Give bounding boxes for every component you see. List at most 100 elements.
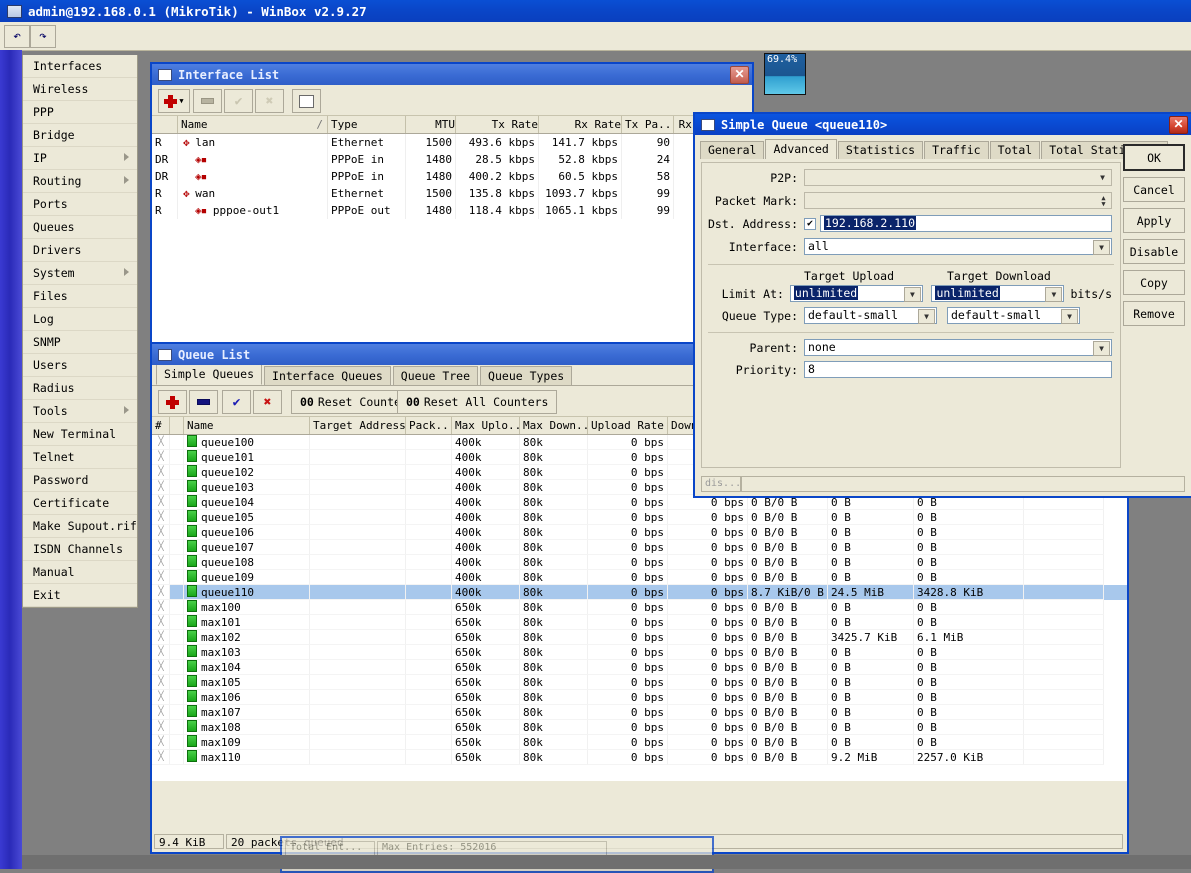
table-row[interactable]: DR◈▪ PPPoE in1480400.2 kbps60.5 kbps5881 <box>152 168 752 185</box>
column-header[interactable]: Tx Pa... <box>622 116 674 133</box>
sidebar-item-new-terminal[interactable]: New Terminal <box>23 423 137 446</box>
column-header[interactable]: Type <box>328 116 406 133</box>
redo-button[interactable]: ↷ <box>30 25 56 48</box>
p2p-select[interactable]: ▼ <box>804 169 1112 186</box>
sidebar-item-queues[interactable]: Queues <box>23 216 137 239</box>
spinner-icon[interactable]: ▲ ▼ <box>1097 193 1110 208</box>
column-header[interactable] <box>170 417 184 434</box>
disable-button[interactable]: Disable <box>1123 239 1185 264</box>
tab-statistics[interactable]: Statistics <box>837 141 924 159</box>
sidebar-item-drivers[interactable]: Drivers <box>23 239 137 262</box>
table-row[interactable]: ╳ queue107 400k 80k 0 bps 0 bps 0 B/0 B0 B0 B <box>152 540 1127 555</box>
chevron-down-icon[interactable]: ▼ <box>1093 341 1110 356</box>
close-icon[interactable]: ✕ <box>730 66 749 84</box>
dst-address-checkbox[interactable]: ✔ <box>804 217 816 230</box>
simple-queue-titlebar[interactable]: Simple Queue <queue110> ✕ <box>695 114 1191 135</box>
column-header[interactable]: Name <box>184 417 310 434</box>
sidebar-item-files[interactable]: Files <box>23 285 137 308</box>
enable-queue-button[interactable]: ✔ <box>222 390 251 414</box>
column-header[interactable]: Target Address <box>310 417 406 434</box>
sidebar-item-radius[interactable]: Radius <box>23 377 137 400</box>
remove-button[interactable]: Remove <box>1123 301 1185 326</box>
table-row[interactable]: DR◈▪ PPPoE in148028.5 kbps52.8 kbps2435 <box>152 151 752 168</box>
table-row[interactable]: ╳ max103 650k 80k 0 bps 0 bps 0 B/0 B0 B0 B <box>152 645 1127 660</box>
interface-table[interactable]: Name/TypeMTUTx RateRx RateTx Pa...Rx P..… <box>152 116 752 356</box>
column-header[interactable]: MTU <box>406 116 456 133</box>
table-row[interactable]: ╳ max105 650k 80k 0 bps 0 bps 0 B/0 B0 B0 B <box>152 675 1127 690</box>
sidebar-item-ppp[interactable]: PPP <box>23 101 137 124</box>
remove-queue-button[interactable] <box>189 390 218 414</box>
column-header[interactable]: Pack... <box>406 417 452 434</box>
tab-advanced[interactable]: Advanced <box>765 139 837 159</box>
disable-interface-button[interactable]: ✖ <box>255 89 284 113</box>
ok-button[interactable]: OK <box>1123 144 1185 171</box>
chevron-down-icon[interactable]: ▼ <box>903 287 921 302</box>
sidebar-item-password[interactable]: Password <box>23 469 137 492</box>
tab-queue-tree[interactable]: Queue Tree <box>392 366 479 385</box>
column-header[interactable]: Max Down... <box>520 417 588 434</box>
cancel-button[interactable]: Cancel <box>1123 177 1185 202</box>
priority-input[interactable]: 8 <box>804 361 1112 378</box>
interface-select[interactable]: all ▼ <box>804 238 1112 255</box>
sidebar-item-isdn-channels[interactable]: ISDN Channels <box>23 538 137 561</box>
table-row[interactable]: ╳ max100 650k 80k 0 bps 0 bps 0 B/0 B0 B0 B <box>152 600 1127 615</box>
tab-interface-queues[interactable]: Interface Queues <box>264 366 391 385</box>
sidebar-item-manual[interactable]: Manual <box>23 561 137 584</box>
queue-type-upload-select[interactable]: default-small ▼ <box>804 307 937 324</box>
tab-general[interactable]: General <box>700 141 765 159</box>
table-row[interactable]: ╳ max106 650k 80k 0 bps 0 bps 0 B/0 B0 B0 B <box>152 690 1127 705</box>
column-header[interactable]: Rx Rate <box>539 116 622 133</box>
table-row[interactable]: R ◈▪ pppoe-out1 PPPoE out 1480 118.4 kbps 106… <box>152 202 752 219</box>
column-header[interactable]: # <box>152 417 170 434</box>
packet-mark-input[interactable]: ▲ ▼ <box>804 192 1112 209</box>
sidebar-item-wireless[interactable]: Wireless <box>23 78 137 101</box>
table-row[interactable]: ╳ queue109 400k 80k 0 bps 0 bps 0 B/0 B0 B0 B <box>152 570 1127 585</box>
interface-list-titlebar[interactable]: Interface List ✕ <box>152 64 752 85</box>
table-row[interactable]: ╳ queue110 400k 80k 0 bps 0 bps 8.7 KiB/0 B 24.… <box>152 585 1127 600</box>
column-header[interactable]: Tx Rate <box>456 116 539 133</box>
enable-interface-button[interactable]: ✔ <box>224 89 253 113</box>
tab-total[interactable]: Total <box>989 141 1041 159</box>
parent-select[interactable]: none ▼ <box>804 339 1112 356</box>
chevron-down-icon[interactable]: ▼ <box>1045 287 1063 302</box>
sidebar-item-snmp[interactable]: SNMP <box>23 331 137 354</box>
comment-button[interactable] <box>292 89 321 113</box>
table-row[interactable]: ╳ max107 650k 80k 0 bps 0 bps 0 B/0 B0 B0 B <box>152 705 1127 720</box>
sidebar-item-users[interactable]: Users <box>23 354 137 377</box>
dst-address-input[interactable]: 192.168.2.110 <box>820 215 1112 232</box>
remove-interface-button[interactable] <box>193 89 222 113</box>
sidebar-item-system[interactable]: System <box>23 262 137 285</box>
table-row[interactable]: ╳ max104 650k 80k 0 bps 0 bps 0 B/0 B0 B0 B <box>152 660 1127 675</box>
disable-queue-button[interactable]: ✖ <box>253 390 282 414</box>
chevron-down-icon[interactable]: ▼ <box>1093 240 1110 255</box>
sidebar-item-ports[interactable]: Ports <box>23 193 137 216</box>
copy-button[interactable]: Copy <box>1123 270 1185 295</box>
undo-button[interactable]: ↶ <box>4 25 30 48</box>
tab-traffic[interactable]: Traffic <box>924 141 989 159</box>
sidebar-item-telnet[interactable]: Telnet <box>23 446 137 469</box>
table-row[interactable]: ╳ max102 650k 80k 0 bps 0 bps 0 B/0 B 3425.7 Ki… <box>152 630 1127 645</box>
column-header[interactable]: Name / <box>178 116 328 133</box>
sidebar-item-ip[interactable]: IP <box>23 147 137 170</box>
sidebar-item-log[interactable]: Log <box>23 308 137 331</box>
tab-simple-queues[interactable]: Simple Queues <box>156 364 263 385</box>
limit-at-upload-select[interactable]: unlimited ▼ <box>789 285 923 302</box>
table-row[interactable]: ╳ max109 650k 80k 0 bps 0 bps 0 B/0 B0 B0 B <box>152 735 1127 750</box>
close-icon[interactable]: ✕ <box>1169 116 1188 134</box>
chevron-down-icon[interactable]: ▼ <box>918 309 935 324</box>
sidebar-item-bridge[interactable]: Bridge <box>23 124 137 147</box>
add-interface-button[interactable]: ▼ <box>158 89 190 113</box>
sidebar-item-tools[interactable]: Tools <box>23 400 137 423</box>
cpu-usage-gauge[interactable]: 69.4% <box>764 53 806 95</box>
tab-queue-types[interactable]: Queue Types <box>480 366 573 385</box>
column-header[interactable]: Upload Rate <box>588 417 668 434</box>
chevron-down-icon[interactable]: ▼ <box>1061 309 1078 324</box>
table-row[interactable]: ╳ queue106 400k 80k 0 bps 0 bps 0 B/0 B0 B0 B <box>152 525 1127 540</box>
sidebar-item-exit[interactable]: Exit <box>23 584 137 607</box>
table-row[interactable]: R ✥ wan Ethernet 1500 135.8 kbps 1093.7 kbps 9… <box>152 185 752 202</box>
apply-button[interactable]: Apply <box>1123 208 1185 233</box>
column-header[interactable] <box>152 116 178 133</box>
table-row[interactable]: ╳ max110 650k 80k 0 bps 0 bps 0 B/0 B 9.2 MiB 22… <box>152 750 1127 765</box>
reset-all-counters-button[interactable]: 00 Reset All Counters <box>397 390 558 414</box>
column-header[interactable]: Max Uplo... <box>452 417 520 434</box>
